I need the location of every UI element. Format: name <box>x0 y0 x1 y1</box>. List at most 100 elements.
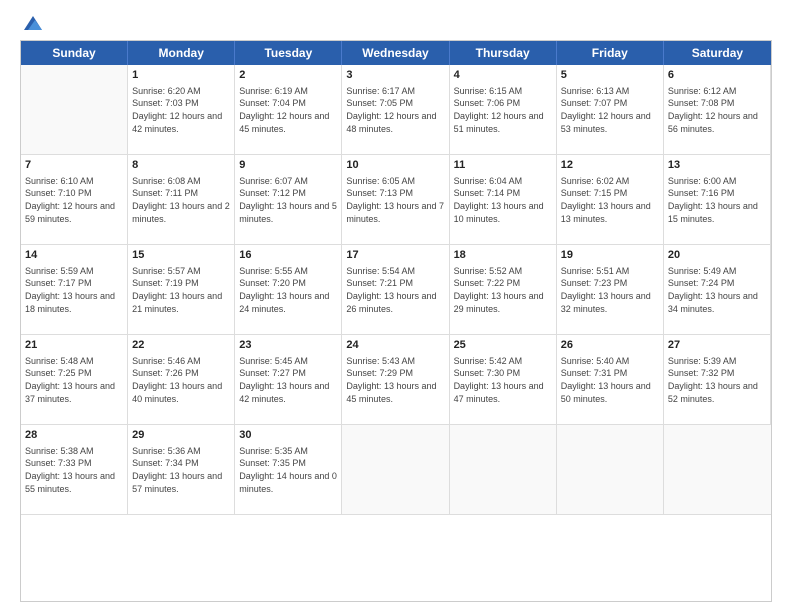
day-info: Sunrise: 6:19 AMSunset: 7:04 PMDaylight:… <box>239 85 337 135</box>
day-cell-9: 9 Sunrise: 6:07 AMSunset: 7:12 PMDaylight… <box>235 155 342 245</box>
empty-cell <box>450 425 557 515</box>
day-number: 5 <box>561 68 659 83</box>
day-cell-5: 5 Sunrise: 6:13 AMSunset: 7:07 PMDaylight… <box>557 65 664 155</box>
day-info: Sunrise: 5:39 AMSunset: 7:32 PMDaylight:… <box>668 355 766 405</box>
day-number: 3 <box>346 68 444 83</box>
day-number: 17 <box>346 248 444 263</box>
day-info: Sunrise: 5:51 AMSunset: 7:23 PMDaylight:… <box>561 265 659 315</box>
day-cell-2: 2 Sunrise: 6:19 AMSunset: 7:04 PMDaylight… <box>235 65 342 155</box>
day-number: 16 <box>239 248 337 263</box>
empty-cell <box>342 425 449 515</box>
day-number: 6 <box>668 68 766 83</box>
day-info: Sunrise: 5:36 AMSunset: 7:34 PMDaylight:… <box>132 445 230 495</box>
day-number: 24 <box>346 338 444 353</box>
day-number: 22 <box>132 338 230 353</box>
day-info: Sunrise: 6:20 AMSunset: 7:03 PMDaylight:… <box>132 85 230 135</box>
day-info: Sunrise: 5:45 AMSunset: 7:27 PMDaylight:… <box>239 355 337 405</box>
calendar-header: SundayMondayTuesdayWednesdayThursdayFrid… <box>21 41 771 65</box>
day-number: 4 <box>454 68 552 83</box>
day-cell-18: 18 Sunrise: 5:52 AMSunset: 7:22 PMDayligh… <box>450 245 557 335</box>
day-number: 25 <box>454 338 552 353</box>
day-info: Sunrise: 5:48 AMSunset: 7:25 PMDaylight:… <box>25 355 123 405</box>
day-number: 11 <box>454 158 552 173</box>
day-cell-8: 8Sunrise: 6:08 AMSunset: 7:11 PMDaylight… <box>128 155 235 245</box>
day-number: 15 <box>132 248 230 263</box>
day-cell-12: 12Sunrise: 6:02 AMSunset: 7:15 PMDayligh… <box>557 155 664 245</box>
day-cell-13: 13 Sunrise: 6:00 AMSunset: 7:16 PMDayligh… <box>664 155 771 245</box>
day-number: 27 <box>668 338 766 353</box>
day-info: Sunrise: 5:59 AMSunset: 7:17 PMDaylight:… <box>25 265 123 315</box>
day-info: Sunrise: 6:10 AMSunset: 7:10 PMDaylight:… <box>25 175 123 225</box>
day-number: 2 <box>239 68 337 83</box>
day-cell-28: 28Sunrise: 5:38 AMSunset: 7:33 PMDayligh… <box>21 425 128 515</box>
weekday-header-saturday: Saturday <box>664 41 771 65</box>
header <box>20 16 772 30</box>
day-info: Sunrise: 5:35 AMSunset: 7:35 PMDaylight:… <box>239 445 337 495</box>
day-number: 23 <box>239 338 337 353</box>
empty-cell <box>664 425 771 515</box>
day-info: Sunrise: 6:12 AMSunset: 7:08 PMDaylight:… <box>668 85 766 135</box>
day-number: 7 <box>25 158 123 173</box>
day-number: 20 <box>668 248 766 263</box>
day-cell-7: 7 Sunrise: 6:10 AMSunset: 7:10 PMDaylight… <box>21 155 128 245</box>
day-info: Sunrise: 6:00 AMSunset: 7:16 PMDaylight:… <box>668 175 766 225</box>
empty-cell <box>557 425 664 515</box>
day-number: 30 <box>239 428 337 443</box>
day-info: Sunrise: 5:55 AMSunset: 7:20 PMDaylight:… <box>239 265 337 315</box>
day-cell-16: 16 Sunrise: 5:55 AMSunset: 7:20 PMDayligh… <box>235 245 342 335</box>
day-cell-19: 19 Sunrise: 5:51 AMSunset: 7:23 PMDayligh… <box>557 245 664 335</box>
day-number: 26 <box>561 338 659 353</box>
day-cell-21: 21 Sunrise: 5:48 AMSunset: 7:25 PMDayligh… <box>21 335 128 425</box>
day-cell-6: 6 Sunrise: 6:12 AMSunset: 7:08 PMDaylight… <box>664 65 771 155</box>
day-cell-15: 15 Sunrise: 5:57 AMSunset: 7:19 PMDayligh… <box>128 245 235 335</box>
day-cell-27: 27 Sunrise: 5:39 AMSunset: 7:32 PMDayligh… <box>664 335 771 425</box>
day-cell-29: 29 Sunrise: 5:36 AMSunset: 7:34 PMDayligh… <box>128 425 235 515</box>
weekday-header-thursday: Thursday <box>450 41 557 65</box>
day-number: 18 <box>454 248 552 263</box>
day-info: Sunrise: 5:46 AMSunset: 7:26 PMDaylight:… <box>132 355 230 405</box>
day-info: Sunrise: 6:15 AMSunset: 7:06 PMDaylight:… <box>454 85 552 135</box>
day-cell-11: 11 Sunrise: 6:04 AMSunset: 7:14 PMDayligh… <box>450 155 557 245</box>
weekday-header-monday: Monday <box>128 41 235 65</box>
day-cell-26: 26 Sunrise: 5:40 AMSunset: 7:31 PMDayligh… <box>557 335 664 425</box>
day-number: 10 <box>346 158 444 173</box>
day-info: Sunrise: 6:02 AMSunset: 7:15 PMDaylight:… <box>561 175 659 225</box>
calendar-body: 1 Sunrise: 6:20 AMSunset: 7:03 PMDaylight… <box>21 65 771 515</box>
day-info: Sunrise: 6:13 AMSunset: 7:07 PMDaylight:… <box>561 85 659 135</box>
day-info: Sunrise: 5:42 AMSunset: 7:30 PMDaylight:… <box>454 355 552 405</box>
day-info: Sunrise: 5:57 AMSunset: 7:19 PMDaylight:… <box>132 265 230 315</box>
weekday-header-wednesday: Wednesday <box>342 41 449 65</box>
day-cell-24: 24Sunrise: 5:43 AMSunset: 7:29 PMDayligh… <box>342 335 449 425</box>
day-number: 29 <box>132 428 230 443</box>
day-info: Sunrise: 5:49 AMSunset: 7:24 PMDaylight:… <box>668 265 766 315</box>
weekday-header-friday: Friday <box>557 41 664 65</box>
day-info: Sunrise: 5:54 AMSunset: 7:21 PMDaylight:… <box>346 265 444 315</box>
weekday-header-sunday: Sunday <box>21 41 128 65</box>
logo-icon <box>24 16 42 30</box>
day-number: 21 <box>25 338 123 353</box>
day-info: Sunrise: 5:52 AMSunset: 7:22 PMDaylight:… <box>454 265 552 315</box>
day-number: 1 <box>132 68 230 83</box>
day-cell-4: 4 Sunrise: 6:15 AMSunset: 7:06 PMDaylight… <box>450 65 557 155</box>
day-cell-17: 17 Sunrise: 5:54 AMSunset: 7:21 PMDayligh… <box>342 245 449 335</box>
day-cell-1: 1 Sunrise: 6:20 AMSunset: 7:03 PMDaylight… <box>128 65 235 155</box>
page: SundayMondayTuesdayWednesdayThursdayFrid… <box>0 0 792 612</box>
day-number: 13 <box>668 158 766 173</box>
day-number: 9 <box>239 158 337 173</box>
day-number: 28 <box>25 428 123 443</box>
day-cell-23: 23 Sunrise: 5:45 AMSunset: 7:27 PMDayligh… <box>235 335 342 425</box>
day-cell-14: 14 Sunrise: 5:59 AMSunset: 7:17 PMDayligh… <box>21 245 128 335</box>
day-number: 19 <box>561 248 659 263</box>
day-info: Sunrise: 6:04 AMSunset: 7:14 PMDaylight:… <box>454 175 552 225</box>
day-number: 8 <box>132 158 230 173</box>
weekday-header-tuesday: Tuesday <box>235 41 342 65</box>
day-number: 14 <box>25 248 123 263</box>
day-info: Sunrise: 6:05 AMSunset: 7:13 PMDaylight:… <box>346 175 444 225</box>
logo <box>20 16 42 30</box>
day-cell-20: 20 Sunrise: 5:49 AMSunset: 7:24 PMDayligh… <box>664 245 771 335</box>
day-info: Sunrise: 6:07 AMSunset: 7:12 PMDaylight:… <box>239 175 337 225</box>
day-cell-10: 10 Sunrise: 6:05 AMSunset: 7:13 PMDayligh… <box>342 155 449 245</box>
calendar: SundayMondayTuesdayWednesdayThursdayFrid… <box>20 40 772 602</box>
empty-cell <box>21 65 128 155</box>
day-info: Sunrise: 5:40 AMSunset: 7:31 PMDaylight:… <box>561 355 659 405</box>
